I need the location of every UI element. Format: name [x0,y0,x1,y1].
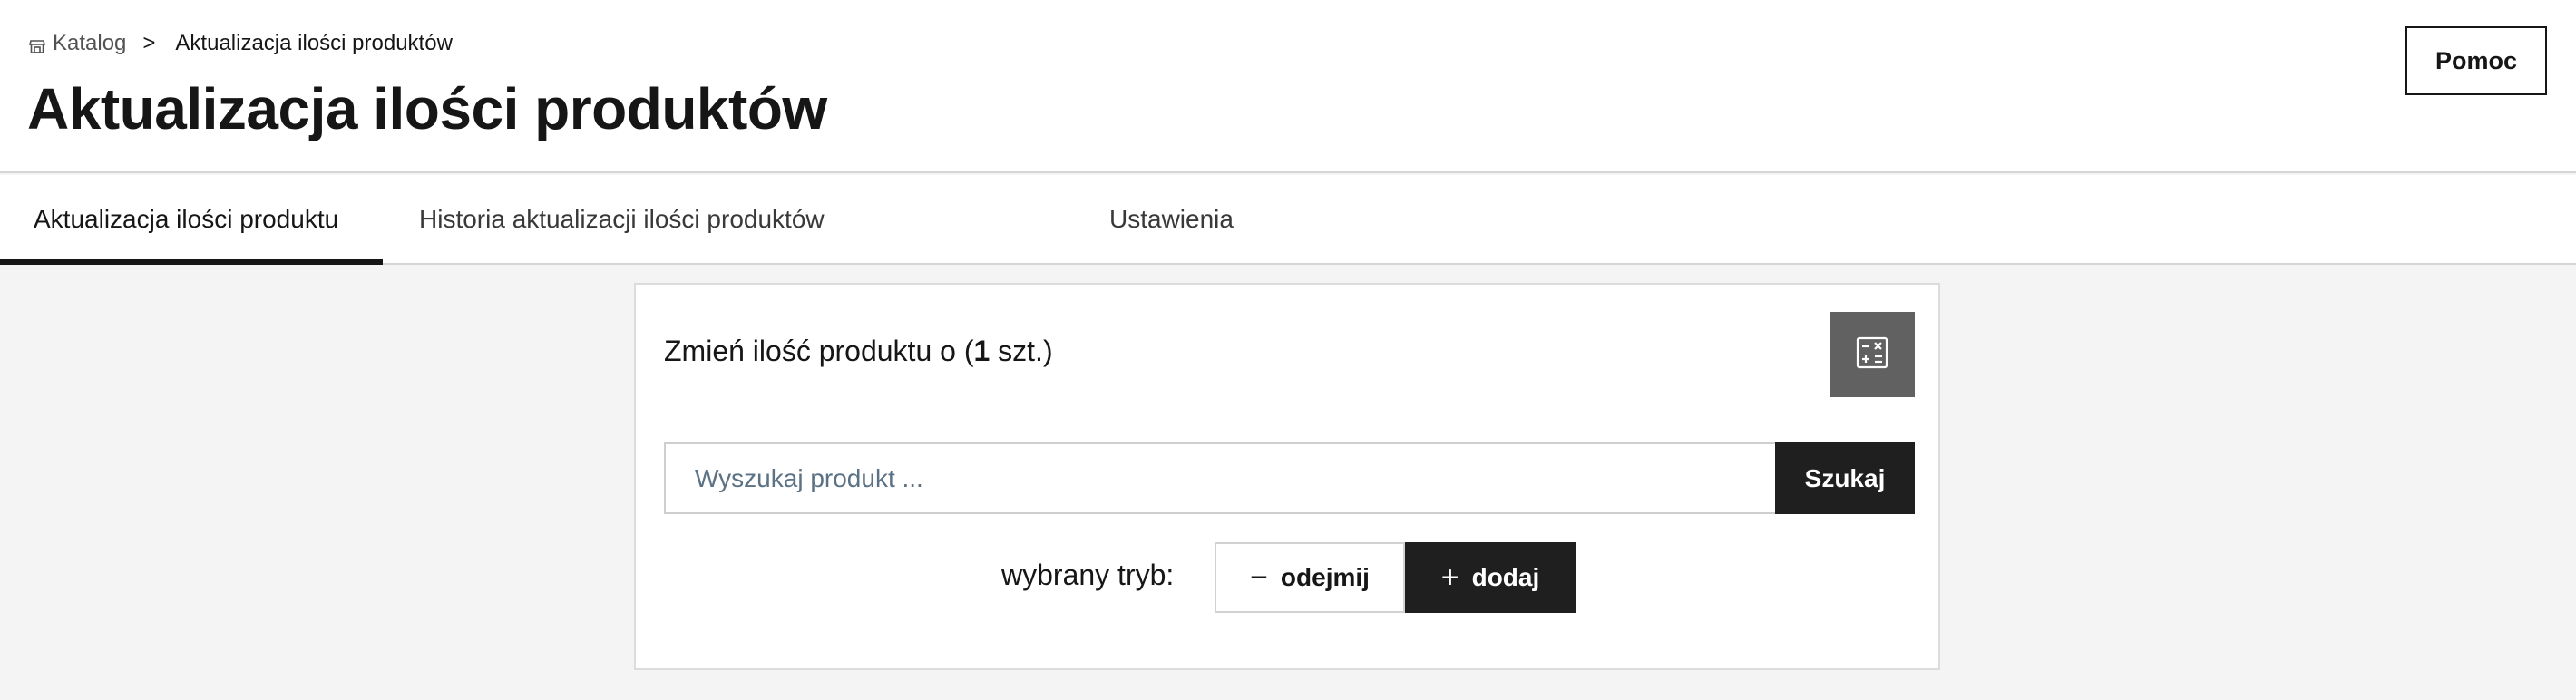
search-row: Szukaj [664,442,1915,514]
breadcrumb-current: Aktualizacja ilości produktów [175,31,453,55]
add-mode-label: dodaj [1471,563,1540,591]
subtract-mode-label: odejmij [1280,563,1370,591]
tab-bar: Aktualizacja ilości produktu Historia ak… [0,175,2576,265]
product-search-input[interactable] [664,442,1775,514]
breadcrumb-separator: > [142,31,156,55]
calculator-button[interactable] [1830,312,1915,397]
page-title: Aktualizacja ilości produktów [27,76,827,141]
card-title-suffix: szt.) [990,335,1053,367]
subtract-mode-button[interactable]: − odejmij [1215,542,1405,613]
breadcrumb: Katalog > Aktualizacja ilości produktów [28,29,453,58]
help-button[interactable]: Pomoc [2405,26,2547,95]
breadcrumb-root-label: Katalog [53,31,127,55]
search-button[interactable]: Szukaj [1775,442,1915,514]
calculator-icon [1855,335,1889,374]
card-title-prefix: Zmień ilość produktu o ( [664,335,974,367]
mode-selector: wybrany tryb: − odejmij + dodaj [636,542,1942,613]
mode-label: wybrany tryb: [1001,559,1175,591]
page-header: Katalog > Aktualizacja ilości produktów … [0,0,2576,173]
tab-quantity-update[interactable]: Aktualizacja ilości produktu [0,175,383,265]
add-mode-button[interactable]: + dodaj [1405,542,1576,613]
store-icon [28,35,46,53]
tab-settings[interactable]: Ustawienia [1109,175,1234,263]
tab-update-history[interactable]: Historia aktualizacji ilości produktów [383,175,1109,263]
minus-icon: − [1250,560,1268,595]
breadcrumb-link-katalog[interactable]: Katalog [28,31,127,56]
card-title: Zmień ilość produktu o (1 szt.) [664,335,1053,368]
quantity-update-card: Zmień ilość produktu o (1 szt.) Szukaj w… [634,283,1940,670]
plus-icon: + [1440,560,1459,595]
quantity-value: 1 [973,335,990,367]
